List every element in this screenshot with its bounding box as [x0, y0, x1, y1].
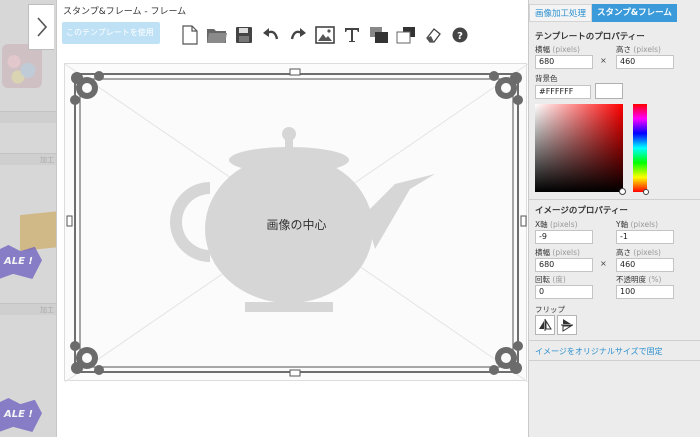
new-document-button[interactable]	[179, 23, 201, 47]
open-folder-icon	[207, 29, 227, 43]
bg-sale-text: ALE !	[4, 409, 33, 420]
redo-icon	[290, 28, 306, 40]
rotation-label: 回転 (度)	[535, 275, 566, 284]
chevron-right-icon	[36, 17, 47, 37]
sv-picker-knob[interactable]	[619, 188, 626, 195]
flip-horizontal-icon	[539, 319, 552, 331]
image-height-label: 高さ (pixels)	[616, 248, 661, 257]
bg-sale-badge: ALE !	[0, 398, 42, 432]
send-backward-button[interactable]	[395, 23, 417, 47]
help-icon: ?	[452, 27, 468, 43]
collapse-panel-button[interactable]	[28, 4, 54, 50]
times-sign: ×	[600, 259, 607, 268]
restore-original-size-link[interactable]: イメージをオリジナルサイズで固定	[535, 346, 663, 357]
divider	[529, 340, 700, 341]
bg-color-swatch[interactable]	[595, 83, 623, 99]
divider	[529, 360, 700, 361]
toolbar: ?	[179, 22, 471, 48]
bg-section-header: 加工	[0, 303, 56, 315]
add-image-button[interactable]	[314, 23, 336, 47]
text-icon	[345, 28, 359, 42]
undo-icon	[263, 28, 279, 40]
new-document-icon	[182, 25, 198, 45]
open-button[interactable]	[206, 23, 228, 47]
eraser-button[interactable]	[422, 23, 444, 47]
flip-label: フリップ	[535, 305, 565, 314]
design-canvas[interactable]: 画像の中心	[64, 63, 528, 382]
flip-vertical-icon	[561, 319, 573, 332]
flip-vertical-button[interactable]	[557, 315, 577, 335]
image-height-field[interactable]: 460	[616, 258, 674, 272]
tab-stamp-frame[interactable]: スタンプ&フレーム	[592, 4, 677, 22]
bg-product-image	[2, 44, 42, 88]
undo-button[interactable]	[260, 23, 282, 47]
redo-button[interactable]	[287, 23, 309, 47]
x-axis-field[interactable]: -9	[535, 230, 593, 244]
bg-divider	[0, 111, 56, 123]
eraser-icon	[426, 28, 441, 43]
template-props-title: テンプレートのプロパティー	[535, 32, 645, 42]
save-disk-icon	[236, 27, 252, 43]
image-width-field[interactable]: 680	[535, 258, 593, 272]
tab-image-processing[interactable]: 画像加工処理	[529, 4, 593, 22]
bg-section-label: 加工	[40, 156, 54, 164]
y-axis-label: Y軸 (pixels)	[616, 220, 658, 229]
canvas-center-label: 画像の中心	[266, 218, 327, 232]
bg-color-field[interactable]: #FFFFFF	[535, 85, 591, 99]
bg-section-header: 加工	[0, 153, 56, 165]
opacity-field[interactable]: 100	[616, 285, 674, 299]
editor-title: スタンプ&フレーム - フレーム	[63, 7, 187, 17]
template-width-field[interactable]: 680	[535, 55, 593, 69]
properties-panel: 画像加工処理 スタンプ&フレーム テンプレートのプロパティー 横幅 (pixel…	[528, 0, 700, 437]
bring-forward-icon	[370, 27, 388, 43]
y-axis-field[interactable]: -1	[616, 230, 674, 244]
times-sign: ×	[600, 56, 607, 65]
add-text-button[interactable]	[341, 23, 363, 47]
x-axis-label: X軸 (pixels)	[535, 220, 578, 229]
hue-slider-knob[interactable]	[643, 189, 649, 195]
image-props-title: イメージのプロパティー	[535, 206, 628, 216]
send-backward-icon	[396, 27, 415, 44]
template-height-field[interactable]: 460	[616, 55, 674, 69]
bring-forward-button[interactable]	[368, 23, 390, 47]
saturation-value-picker[interactable]	[535, 104, 623, 192]
bg-color-label: 背景色	[535, 74, 558, 83]
template-height-label: 高さ (pixels)	[616, 45, 661, 54]
flip-horizontal-button[interactable]	[535, 315, 555, 335]
use-template-button[interactable]: このテンプレートを使用	[62, 22, 160, 44]
divider	[529, 199, 700, 200]
panel-tabs: 画像加工処理 スタンプ&フレーム	[529, 4, 700, 22]
save-button[interactable]	[233, 23, 255, 47]
image-width-label: 横幅 (pixels)	[535, 248, 580, 257]
bg-card-image	[20, 210, 56, 252]
bg-section-label: 加工	[40, 306, 54, 314]
rotation-field[interactable]: 0	[535, 285, 593, 299]
opacity-label: 不透明度 (%)	[616, 275, 662, 284]
template-width-label: 横幅 (pixels)	[535, 45, 580, 54]
svg-text:?: ?	[457, 31, 463, 42]
help-button[interactable]: ?	[449, 23, 471, 47]
bg-sale-text: ALE !	[4, 256, 33, 267]
hue-slider[interactable]	[633, 104, 647, 192]
editor-panel: スタンプ&フレーム - フレーム このテンプレートを使用 ? 画像の中心	[56, 0, 528, 437]
image-icon	[315, 26, 335, 44]
background-page: 加工 加工 ALE ! ALE !	[0, 0, 56, 437]
